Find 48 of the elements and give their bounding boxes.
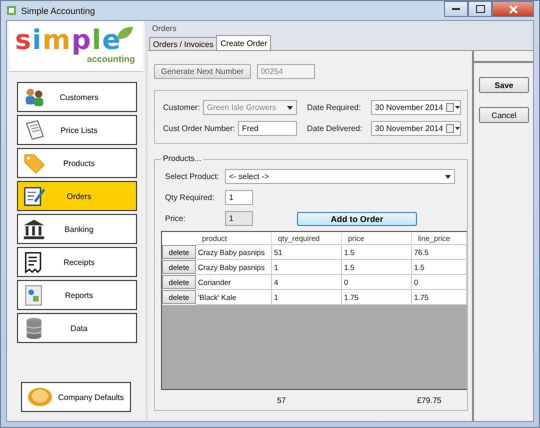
sidebar-item[interactable]: Receipts [17,247,137,277]
minimize-icon [452,8,460,10]
company-defaults-button[interactable]: Company Defaults [21,382,131,412]
generate-number-button[interactable]: Generate Next Number [154,64,251,79]
total-qty: 57 [276,396,287,404]
close-icon [508,4,518,14]
minimize-button[interactable] [444,1,468,17]
tab[interactable]: Create Order [216,35,272,50]
tag-icon [22,151,46,175]
app-icon [6,5,17,16]
bank-icon [22,217,46,241]
field-label: Qty Required: [165,193,216,202]
caret-icon [287,106,293,110]
product-dropdown[interactable]: <- select -> [225,169,455,184]
field-label: Date Delivered: [307,124,364,133]
field-label: Customer: [163,103,200,112]
field-label: Cust Order Number: [163,124,236,133]
sidebar-item[interactable]: Price Lists [17,115,137,145]
date-picker[interactable]: 30 November 2014 [371,100,461,115]
add-to-order-button[interactable]: Add to Order [297,212,417,226]
sidebar-item[interactable]: Reports [17,280,137,310]
calendar-icon [446,103,460,112]
field-label: Price: [165,214,186,223]
date-picker[interactable]: 30 November 2014 [371,121,461,136]
caret-icon [445,174,451,178]
sidebar-item[interactable]: Banking [17,214,137,244]
sidebar-item[interactable]: Data [17,313,137,343]
field-label: Select Product: [165,172,220,181]
calendar-icon [446,124,460,133]
close-button[interactable] [492,1,534,17]
group-title: Products... [161,154,204,163]
edit-icon [22,184,46,208]
logo: simple accounting [9,21,143,72]
cancel-button[interactable]: Cancel [479,107,529,123]
sidebar-item[interactable]: Orders [17,181,137,211]
sidebar-item[interactable]: Products [17,148,137,178]
maximize-icon [476,5,484,13]
window-title: Simple Accounting [21,6,96,16]
save-button[interactable]: Save [479,77,529,93]
coin-icon [26,386,54,408]
maximize-button[interactable] [468,1,492,17]
input-field[interactable]: Fred [238,121,297,136]
tab[interactable]: Orders / Invoices [149,37,218,50]
section-title: Orders [148,21,533,36]
total-line-price: £79.75 [416,396,442,404]
input-field[interactable]: 1 [225,190,253,205]
sidebar-item[interactable]: Customers [17,82,137,112]
field-label: Date Required: [307,103,362,112]
